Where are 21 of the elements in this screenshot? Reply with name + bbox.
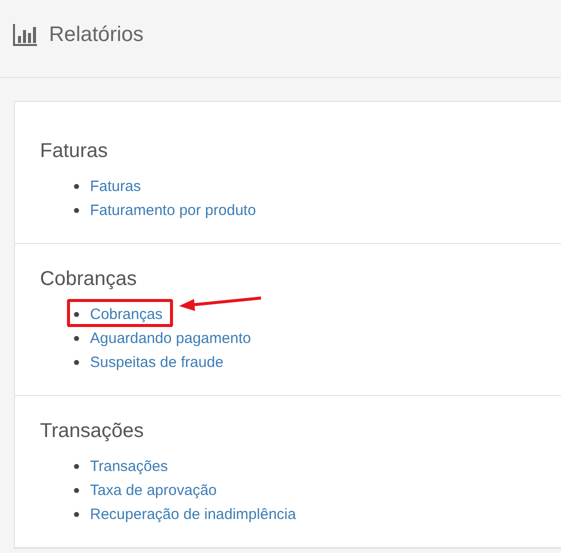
report-link[interactable]: Taxa de aprovação	[90, 482, 217, 498]
bullet-icon	[74, 464, 79, 468]
section-title: Faturas	[40, 139, 109, 164]
section-title: Cobranças	[40, 267, 138, 292]
report-link[interactable]: Transações	[90, 458, 168, 474]
report-link[interactable]: Faturamento por produto	[90, 202, 256, 218]
report-link[interactable]: Aguardando pagamento	[90, 330, 251, 346]
bullet-icon	[74, 312, 79, 316]
page-title: Relatórios	[49, 22, 144, 46]
bullet-icon	[74, 336, 79, 340]
bullet-icon	[74, 512, 79, 516]
bullet-icon	[74, 184, 79, 188]
report-link[interactable]: Recuperação de inadimplência	[90, 506, 296, 522]
report-link[interactable]: Suspeitas de fraude	[90, 354, 224, 370]
bullet-icon	[74, 488, 79, 492]
report-link[interactable]: Faturas	[90, 178, 141, 194]
report-link[interactable]: Cobranças	[90, 306, 163, 322]
bar-chart-icon	[13, 24, 37, 46]
bullet-icon	[74, 360, 79, 364]
section-title: Transações	[40, 419, 145, 444]
bullet-icon	[74, 208, 79, 212]
